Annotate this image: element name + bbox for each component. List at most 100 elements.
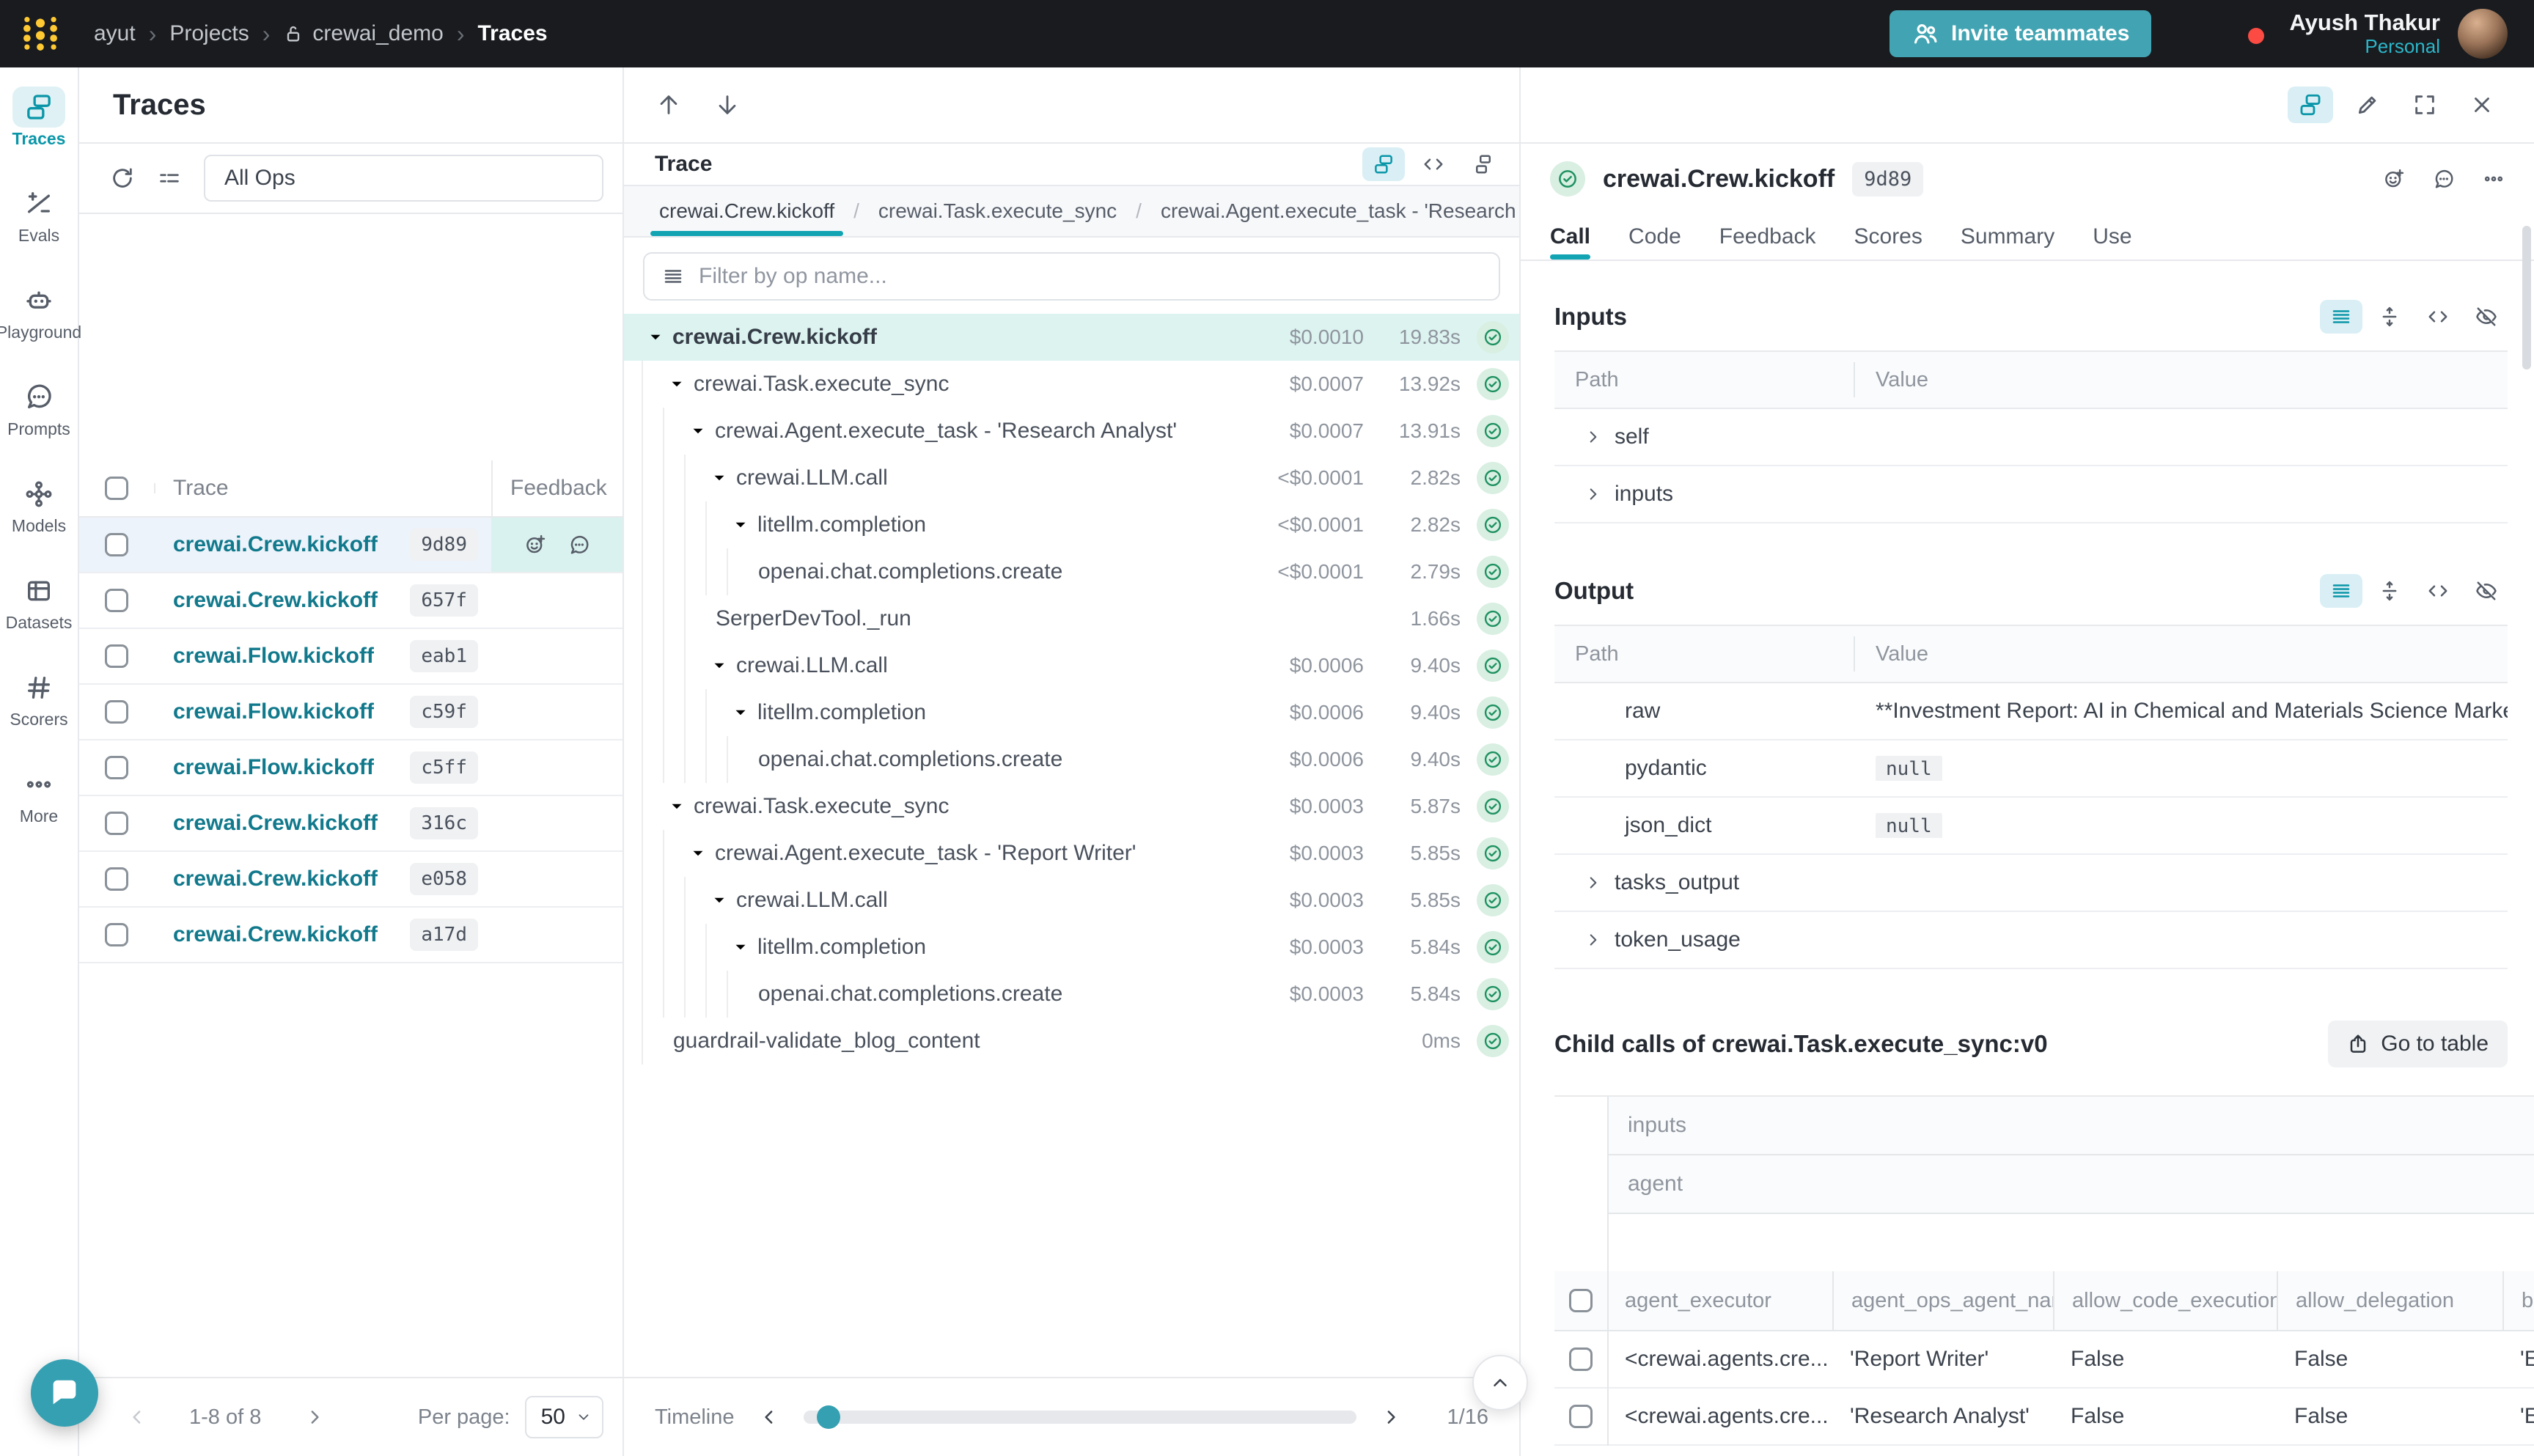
emoji-add-icon[interactable]: [2383, 168, 2405, 190]
collapse-chevron-icon[interactable]: [705, 656, 733, 675]
tree-row[interactable]: openai.chat.completions.create$0.00035.8…: [624, 971, 1519, 1018]
column-header-agent_executor[interactable]: agent_executor: [1607, 1271, 1832, 1330]
emoji-add-icon[interactable]: [524, 534, 546, 556]
sidebar-item-datasets[interactable]: Datasets: [0, 570, 78, 667]
close-button[interactable]: [2459, 87, 2505, 123]
row-checkbox[interactable]: [105, 700, 128, 724]
table-row[interactable]: <crewai.agents.cre...'Research Analyst'F…: [1554, 1389, 2534, 1446]
tree-row[interactable]: crewai.LLM.call$0.00069.40s: [624, 642, 1519, 689]
tree-row[interactable]: litellm.completion$0.00035.84s: [624, 924, 1519, 971]
trace-cell[interactable]: crewai.Crew.kickoff9d89: [154, 529, 491, 561]
trace-cell[interactable]: crewai.Flow.kickoffc59f: [154, 696, 491, 728]
row-checkbox[interactable]: [105, 812, 128, 835]
sidebar-item-models[interactable]: Models: [0, 474, 78, 570]
collapse-chevron-icon[interactable]: [684, 844, 712, 863]
expand-v-view-button[interactable]: [2368, 574, 2411, 608]
table-row[interactable]: crewai.Flow.kickoffc5ff: [79, 740, 623, 796]
timeline-slider-knob[interactable]: [817, 1405, 840, 1429]
trace-op-link[interactable]: crewai.Crew.kickoff: [173, 922, 378, 947]
collapse-chevron-icon[interactable]: [727, 703, 754, 722]
collapse-chevron-icon[interactable]: [705, 891, 733, 910]
eye-off-view-button[interactable]: [2465, 300, 2508, 334]
row-checkbox[interactable]: [1569, 1405, 1593, 1428]
tab-use[interactable]: Use: [2074, 214, 2151, 260]
tree-row[interactable]: crewai.LLM.call$0.00035.85s: [624, 877, 1519, 924]
column-header-agent_ops_agent_nan[interactable]: agent_ops_agent_nan: [1832, 1271, 2053, 1330]
code-view-button[interactable]: [2417, 574, 2459, 608]
breadcrumb-item-crewai_demo[interactable]: crewai_demo: [283, 21, 443, 46]
support-chat-button[interactable]: [31, 1359, 98, 1427]
comment-icon[interactable]: [568, 534, 590, 556]
timeline-prev-icon[interactable]: [758, 1406, 780, 1428]
tab-call[interactable]: Call: [1531, 214, 1609, 260]
sidebar-item-more[interactable]: More: [0, 764, 78, 861]
next-trace-arrow-down-icon[interactable]: [715, 92, 740, 117]
view-trace-tree-button[interactable]: [1362, 147, 1405, 181]
path-tab[interactable]: crewai.Agent.execute_task - 'Research An…: [1152, 186, 1519, 236]
table-row[interactable]: crewai.Crew.kickoff316c: [79, 796, 623, 852]
view-board-button[interactable]: [1462, 147, 1505, 181]
column-header-allow_delegation[interactable]: allow_delegation: [2277, 1271, 2502, 1330]
collapse-chevron-icon[interactable]: [642, 328, 669, 347]
tree-row[interactable]: litellm.completion$0.00069.40s: [624, 689, 1519, 736]
code-view-button[interactable]: [2417, 300, 2459, 334]
kv-path-cell[interactable]: token_usage: [1554, 927, 1855, 952]
menu-view-button[interactable]: [2320, 300, 2362, 334]
collapse-chevron-icon[interactable]: [727, 938, 754, 957]
kv-path-cell[interactable]: inputs: [1554, 482, 1855, 507]
sidebar-item-scorers[interactable]: Scorers: [0, 667, 78, 764]
tree-row[interactable]: SerperDevTool._run1.66s: [624, 595, 1519, 642]
timeline-next-icon[interactable]: [1380, 1406, 1402, 1428]
table-row[interactable]: crewai.Crew.kickoff9d89: [79, 518, 623, 573]
trace-cell[interactable]: crewai.Flow.kickoffc5ff: [154, 751, 491, 784]
ops-filter-dropdown[interactable]: All Ops: [204, 155, 603, 202]
kv-path-cell[interactable]: tasks_output: [1554, 870, 1855, 895]
previous-trace-arrow-up-icon[interactable]: [656, 92, 681, 117]
tree-row[interactable]: crewai.LLM.call<$0.00012.82s: [624, 455, 1519, 501]
wandb-logo-icon[interactable]: [19, 12, 62, 55]
row-checkbox[interactable]: [105, 923, 128, 946]
sidebar-item-prompts[interactable]: Prompts: [0, 377, 78, 474]
next-page-icon[interactable]: [304, 1406, 326, 1428]
trace-op-link[interactable]: crewai.Flow.kickoff: [173, 699, 374, 724]
refresh-icon[interactable]: [110, 166, 135, 191]
table-row[interactable]: crewai.Flow.kickoffeab1: [79, 629, 623, 685]
invite-teammates-button[interactable]: Invite teammates: [1890, 10, 2151, 57]
trace-op-link[interactable]: crewai.Crew.kickoff: [173, 867, 378, 891]
breadcrumb-item-Projects[interactable]: Projects: [169, 21, 249, 46]
per-page-select[interactable]: 50: [525, 1396, 603, 1438]
pencil-button[interactable]: [2345, 87, 2390, 123]
trace-op-link[interactable]: crewai.Crew.kickoff: [173, 532, 378, 557]
tree-row[interactable]: litellm.completion<$0.00012.82s: [624, 501, 1519, 548]
comment-icon[interactable]: [2433, 168, 2455, 190]
tree-row[interactable]: crewai.Agent.execute_task - 'Research An…: [624, 408, 1519, 455]
trace-cell[interactable]: crewai.Crew.kickoffa17d: [154, 919, 491, 951]
trace-cell[interactable]: crewai.Crew.kickoff657f: [154, 584, 491, 617]
trace-op-link[interactable]: crewai.Crew.kickoff: [173, 588, 378, 613]
collapse-chevron-icon[interactable]: [684, 422, 712, 441]
tree-row[interactable]: guardrail-validate_blog_content0ms: [624, 1018, 1519, 1065]
path-tab[interactable]: crewai.Crew.kickoff: [650, 186, 843, 236]
trace-op-link[interactable]: crewai.Flow.kickoff: [173, 755, 374, 780]
breadcrumb-item-ayut[interactable]: ayut: [94, 21, 136, 46]
select-all-checkbox[interactable]: [1569, 1289, 1593, 1312]
tree-row[interactable]: crewai.Crew.kickoff$0.001019.83s: [624, 314, 1519, 361]
user-menu[interactable]: Ayush Thakur Personal: [2289, 10, 2440, 58]
expand-v-view-button[interactable]: [2368, 300, 2411, 334]
scrollbar-thumb[interactable]: [2522, 226, 2531, 369]
tree-row[interactable]: crewai.Agent.execute_task - 'Report Writ…: [624, 830, 1519, 877]
sidebar-item-evals[interactable]: Evals: [0, 183, 78, 280]
go-to-table-button[interactable]: Go to table: [2328, 1021, 2508, 1067]
table-row[interactable]: crewai.Crew.kickoffa17d: [79, 908, 623, 963]
collapse-chevron-icon[interactable]: [663, 375, 691, 394]
row-checkbox[interactable]: [105, 589, 128, 612]
timeline-slider[interactable]: [804, 1411, 1356, 1424]
select-all-checkbox[interactable]: [105, 477, 128, 500]
trace-cell[interactable]: crewai.Flow.kickoffeab1: [154, 640, 491, 672]
filter-menu-icon[interactable]: [662, 265, 684, 287]
tab-summary[interactable]: Summary: [1942, 214, 2074, 260]
row-checkbox[interactable]: [105, 644, 128, 668]
fullscreen-button[interactable]: [2402, 87, 2447, 123]
table-row[interactable]: <crewai.agents.cre...'Report Writer'Fals…: [1554, 1331, 2534, 1389]
table-row[interactable]: crewai.Crew.kickoffe058: [79, 852, 623, 908]
